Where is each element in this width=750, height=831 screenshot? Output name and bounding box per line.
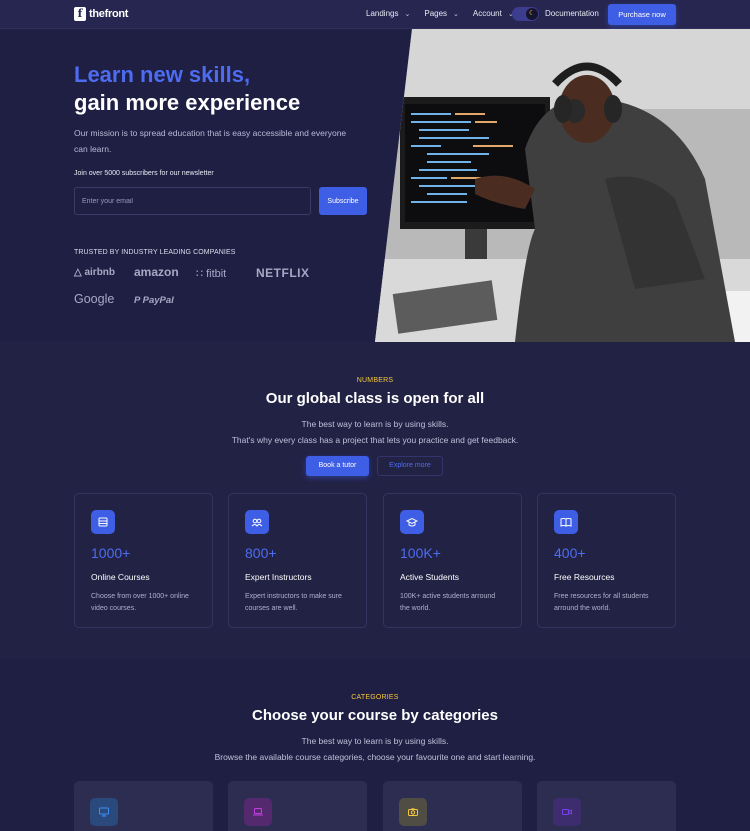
- nav-menu: Landings ⌄ Pages ⌄ Account ⌄: [366, 9, 514, 18]
- numbers-desc-line2: That's why every class has a project tha…: [231, 435, 519, 445]
- chevron-down-icon: ⌄: [453, 10, 459, 18]
- stat-label: Expert Instructors: [245, 572, 312, 582]
- monitor-icon: [90, 798, 118, 826]
- hero-title-line1: Learn new skills,: [74, 62, 251, 87]
- nav-item-label: Account: [472, 9, 502, 18]
- hero-image: [375, 29, 750, 342]
- hero-section: Learn new skills, gain more experience O…: [0, 29, 750, 342]
- stat-desc: 100K+ active students arround the world.: [400, 593, 496, 612]
- nav-item-label: Pages: [424, 9, 448, 18]
- email-input[interactable]: [74, 187, 311, 215]
- paypal-icon: P: [134, 295, 143, 306]
- amazon-logo: amazon: [134, 265, 179, 279]
- categories-desc-line1: The best way to learn is by using skills…: [301, 736, 449, 746]
- airbnb-logo: △ airbnb: [74, 267, 116, 278]
- stat-desc: Expert instructors to make sure courses …: [245, 593, 342, 612]
- numbers-section: NUMBERS Our global class is open for all…: [0, 342, 750, 659]
- stat-card-courses: 1000+ Online Courses Choose from over 10…: [74, 493, 213, 628]
- category-card[interactable]: [537, 781, 676, 831]
- fitbit-dots-icon: ∷: [196, 268, 207, 280]
- numbers-desc-line1: The best way to learn is by using skills…: [301, 419, 449, 429]
- categories-overline: CATEGORIES: [351, 694, 399, 701]
- subscribe-button[interactable]: Subscribe: [319, 187, 367, 215]
- theme-toggle[interactable]: ☾: [512, 7, 539, 21]
- airbnb-icon: △: [74, 267, 85, 278]
- hero-description: Our mission is to spread education that …: [74, 128, 347, 154]
- stat-card-instructors: 800+ Expert Instructors Expert instructo…: [228, 493, 367, 628]
- explore-more-button[interactable]: Explore more: [377, 456, 443, 476]
- google-logo: Google: [74, 292, 115, 306]
- netflix-logo: NETFLIX: [256, 266, 310, 280]
- categories-desc-line2: Browse the available course categories, …: [214, 752, 536, 762]
- categories-section: CATEGORIES Choose your course by categor…: [0, 659, 750, 831]
- stat-label: Active Students: [400, 572, 460, 582]
- categories-title: Choose your course by categories: [252, 707, 498, 724]
- newsletter-text: Join over 5000 subscribers for our newsl…: [74, 170, 214, 177]
- documentation-link[interactable]: Documentation: [545, 9, 599, 18]
- fitbit-logo: ∷ fitbit: [196, 268, 227, 280]
- moon-icon: ☾: [526, 8, 538, 20]
- nav-item-label: Landings: [366, 9, 399, 18]
- nav-item-pages[interactable]: Pages ⌄: [424, 9, 459, 18]
- video-icon: [553, 798, 581, 826]
- category-card[interactable]: [74, 781, 213, 831]
- stat-desc: Free resources for all students arround …: [554, 593, 649, 612]
- purchase-now-button[interactable]: Purchase now: [608, 4, 676, 25]
- trusted-label: TRUSTED BY INDUSTRY LEADING COMPANIES: [74, 249, 236, 256]
- laptop-icon: [244, 798, 272, 826]
- stat-value: 1000+: [91, 545, 131, 561]
- student-coding-photo: [375, 29, 750, 342]
- stat-card-resources: 400+ Free Resources Free resources for a…: [537, 493, 676, 628]
- logo-text: thefront: [89, 8, 129, 20]
- stat-label: Free Resources: [554, 572, 615, 582]
- camera-icon: [399, 798, 427, 826]
- book-a-tutor-button[interactable]: Book a tutor: [306, 456, 369, 476]
- paypal-logo: P PayPal: [134, 295, 174, 306]
- resources-icon: [554, 510, 578, 534]
- stat-value: 400+: [554, 545, 586, 561]
- stat-value: 100K+: [400, 545, 441, 561]
- stat-label: Online Courses: [91, 572, 150, 582]
- stat-desc: Choose from over 1000+ online video cour…: [91, 593, 189, 612]
- chevron-down-icon: ⌄: [404, 10, 411, 18]
- logo[interactable]: f thefront: [74, 7, 128, 21]
- nav-item-account[interactable]: Account ⌄: [473, 9, 514, 18]
- stat-card-students: 100K+ Active Students 100K+ active stude…: [383, 493, 522, 628]
- category-card[interactable]: [228, 781, 367, 831]
- students-icon: [400, 510, 424, 534]
- courses-icon: [91, 510, 115, 534]
- numbers-title: Our global class is open for all: [265, 390, 485, 407]
- nav-item-landings[interactable]: Landings ⌄: [366, 9, 410, 18]
- logo-mark-icon: f: [74, 7, 86, 21]
- stat-value: 800+: [245, 545, 277, 561]
- instructors-icon: [245, 510, 269, 534]
- top-navbar: f thefront Landings ⌄ Pages ⌄ Account ⌄ …: [0, 0, 750, 29]
- numbers-overline: NUMBERS: [356, 377, 394, 384]
- hero-title-line2: gain more experience: [74, 90, 301, 115]
- category-card[interactable]: [383, 781, 522, 831]
